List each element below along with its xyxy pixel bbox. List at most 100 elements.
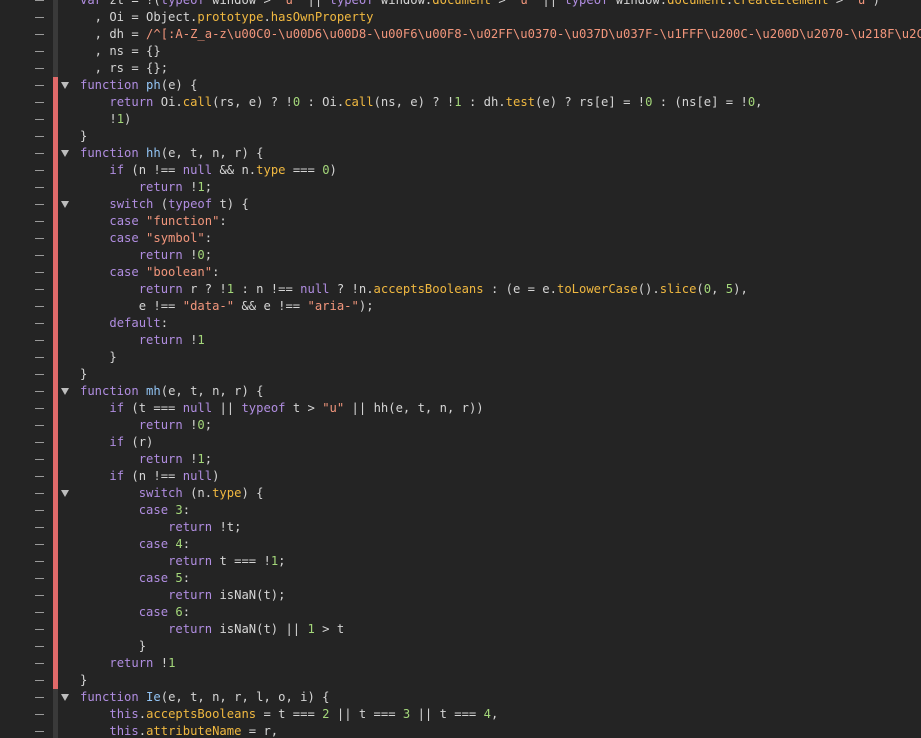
- code-line[interactable]: case "symbol":: [0, 230, 921, 247]
- code-line[interactable]: , dh = /^[:A-Z_a-z\u00C0-\u00D6\u00D8-\u…: [0, 26, 921, 43]
- line-gutter[interactable]: [0, 519, 54, 536]
- line-gutter[interactable]: [0, 145, 54, 162]
- code-line[interactable]: switch (typeof t) {: [0, 196, 921, 213]
- line-gutter[interactable]: [0, 587, 54, 604]
- line-gutter[interactable]: [0, 451, 54, 468]
- line-gutter[interactable]: [0, 672, 54, 689]
- fold-arrow-icon[interactable]: [61, 388, 69, 395]
- line-gutter[interactable]: [0, 315, 54, 332]
- code-text: if (n !== null): [80, 468, 219, 485]
- code-line[interactable]: return !1: [0, 332, 921, 349]
- line-gutter[interactable]: [0, 196, 54, 213]
- code-line[interactable]: , Oi = Object.prototype.hasOwnProperty: [0, 9, 921, 26]
- code-line[interactable]: return r ? !1 : n !== null ? !n.acceptsB…: [0, 281, 921, 298]
- code-line[interactable]: case 6:: [0, 604, 921, 621]
- line-gutter[interactable]: [0, 0, 54, 9]
- line-gutter[interactable]: [0, 621, 54, 638]
- code-line[interactable]: }: [0, 349, 921, 366]
- code-line[interactable]: return !0;: [0, 247, 921, 264]
- code-line[interactable]: return !1;: [0, 179, 921, 196]
- code-line[interactable]: this.acceptsBooleans = t === 2 || t === …: [0, 706, 921, 723]
- line-gutter[interactable]: [0, 723, 54, 738]
- code-line[interactable]: return !1;: [0, 451, 921, 468]
- coverage-marker: [53, 77, 58, 94]
- code-line[interactable]: }: [0, 366, 921, 383]
- code-line[interactable]: return !1: [0, 655, 921, 672]
- code-line[interactable]: return !0;: [0, 417, 921, 434]
- code-line[interactable]: if (n !== null): [0, 468, 921, 485]
- code-line[interactable]: case 4:: [0, 536, 921, 553]
- code-line[interactable]: }: [0, 128, 921, 145]
- code-line[interactable]: default:: [0, 315, 921, 332]
- line-gutter[interactable]: [0, 638, 54, 655]
- line-gutter[interactable]: [0, 298, 54, 315]
- line-gutter[interactable]: [0, 383, 54, 400]
- code-line[interactable]: return isNaN(t) || 1 > t: [0, 621, 921, 638]
- line-gutter[interactable]: [0, 26, 54, 43]
- code-line[interactable]: this.attributeName = r,: [0, 723, 921, 738]
- code-line[interactable]: e !== "data-" && e !== "aria-");: [0, 298, 921, 315]
- line-gutter[interactable]: [0, 366, 54, 383]
- code-line[interactable]: function hh(e, t, n, r) {: [0, 145, 921, 162]
- code-line[interactable]: function Ie(e, t, n, r, l, o, i) {: [0, 689, 921, 706]
- code-line[interactable]: case "boolean":: [0, 264, 921, 281]
- line-gutter[interactable]: [0, 111, 54, 128]
- code-line[interactable]: return !t;: [0, 519, 921, 536]
- line-gutter[interactable]: [0, 77, 54, 94]
- code-line[interactable]: case "function":: [0, 213, 921, 230]
- fold-arrow-icon[interactable]: [61, 694, 69, 701]
- line-gutter[interactable]: [0, 247, 54, 264]
- code-line[interactable]: , rs = {};: [0, 60, 921, 77]
- code-editor[interactable]: var zt = !(typeof window > "u" || typeof…: [0, 0, 921, 738]
- line-gutter[interactable]: [0, 485, 54, 502]
- line-gutter[interactable]: [0, 43, 54, 60]
- code-line[interactable]: function ph(e) {: [0, 77, 921, 94]
- line-gutter[interactable]: [0, 281, 54, 298]
- line-gutter[interactable]: [0, 570, 54, 587]
- code-line[interactable]: var zt = !(typeof window > "u" || typeof…: [0, 0, 921, 9]
- line-gutter[interactable]: [0, 60, 54, 77]
- line-gutter[interactable]: [0, 230, 54, 247]
- line-gutter[interactable]: [0, 434, 54, 451]
- code-line[interactable]: , ns = {}: [0, 43, 921, 60]
- line-gutter[interactable]: [0, 400, 54, 417]
- code-line[interactable]: !1): [0, 111, 921, 128]
- code-text: }: [80, 672, 87, 689]
- line-gutter[interactable]: [0, 502, 54, 519]
- line-gutter[interactable]: [0, 468, 54, 485]
- line-gutter[interactable]: [0, 689, 54, 706]
- code-line[interactable]: if (r): [0, 434, 921, 451]
- code-line[interactable]: return isNaN(t);: [0, 587, 921, 604]
- line-gutter[interactable]: [0, 655, 54, 672]
- line-gutter[interactable]: [0, 553, 54, 570]
- line-gutter[interactable]: [0, 9, 54, 26]
- fold-arrow-icon[interactable]: [61, 490, 69, 497]
- code-line[interactable]: }: [0, 672, 921, 689]
- code-line[interactable]: if (n !== null && n.type === 0): [0, 162, 921, 179]
- code-line[interactable]: switch (n.type) {: [0, 485, 921, 502]
- code-line[interactable]: }: [0, 638, 921, 655]
- code-line[interactable]: return Oi.call(rs, e) ? !0 : Oi.call(ns,…: [0, 94, 921, 111]
- fold-arrow-icon[interactable]: [61, 82, 69, 89]
- line-gutter[interactable]: [0, 604, 54, 621]
- code-line[interactable]: return t === !1;: [0, 553, 921, 570]
- line-gutter[interactable]: [0, 162, 54, 179]
- line-gutter[interactable]: [0, 536, 54, 553]
- line-gutter[interactable]: [0, 417, 54, 434]
- fold-arrow-icon[interactable]: [61, 201, 69, 208]
- fold-arrow-icon[interactable]: [61, 150, 69, 157]
- code-line[interactable]: function mh(e, t, n, r) {: [0, 383, 921, 400]
- line-gutter[interactable]: [0, 213, 54, 230]
- code-line[interactable]: case 5:: [0, 570, 921, 587]
- code-token: case: [138, 571, 176, 585]
- line-gutter[interactable]: [0, 706, 54, 723]
- code-line[interactable]: if (t === null || typeof t > "u" || hh(e…: [0, 400, 921, 417]
- line-gutter[interactable]: [0, 94, 54, 111]
- line-gutter[interactable]: [0, 349, 54, 366]
- code-line[interactable]: case 3:: [0, 502, 921, 519]
- line-gutter[interactable]: [0, 332, 54, 349]
- line-gutter[interactable]: [0, 128, 54, 145]
- line-gutter[interactable]: [0, 264, 54, 281]
- line-number-placeholder: [35, 340, 44, 341]
- line-gutter[interactable]: [0, 179, 54, 196]
